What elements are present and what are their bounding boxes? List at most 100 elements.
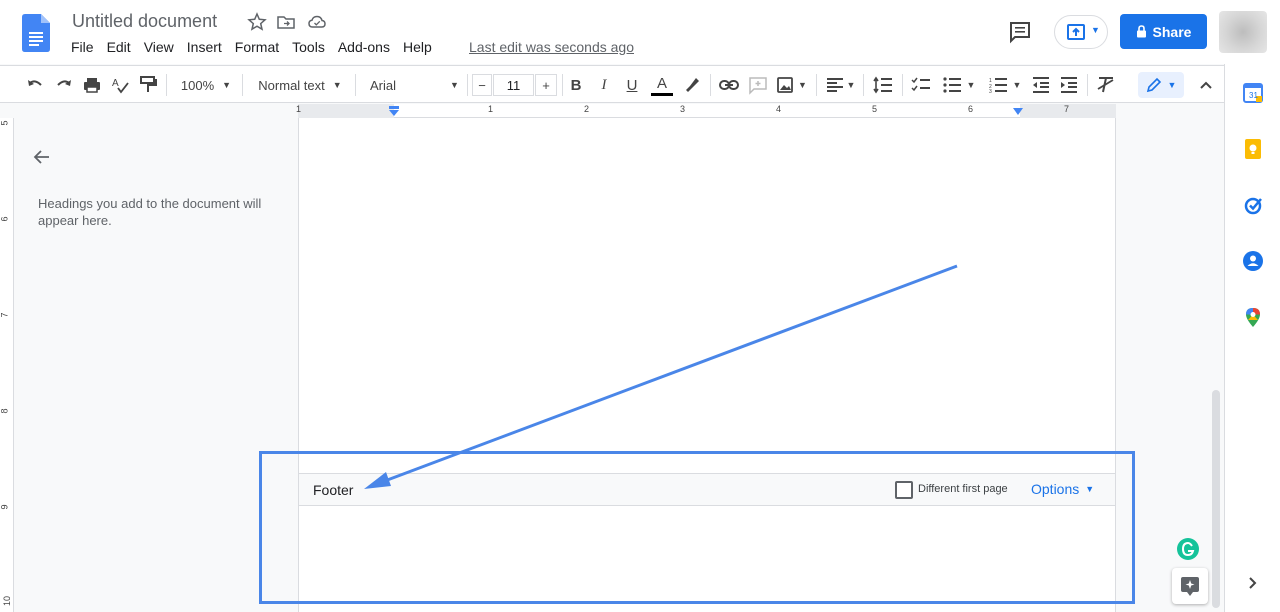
- chevron-down-icon: ▼: [332, 80, 342, 90]
- svg-text:31: 31: [1249, 91, 1258, 100]
- present-button[interactable]: ▼: [1054, 15, 1108, 49]
- text-color-button[interactable]: A: [651, 74, 673, 96]
- underline-button[interactable]: U: [623, 74, 641, 96]
- ruler-number: 7: [0, 312, 10, 318]
- grammarly-icon[interactable]: [1177, 538, 1199, 560]
- pencil-icon: [1146, 77, 1161, 93]
- horizontal-ruler[interactable]: 1 1 2 3 4 5 6 7: [296, 104, 1116, 118]
- keep-icon[interactable]: [1242, 138, 1264, 160]
- align-select[interactable]: ▼: [825, 74, 857, 96]
- move-folder-icon[interactable]: [276, 12, 296, 32]
- font-size-input[interactable]: 11: [493, 74, 534, 96]
- account-avatar[interactable]: [1219, 11, 1267, 53]
- font-size-decrease-button[interactable]: −: [472, 74, 492, 96]
- bold-button[interactable]: B: [567, 74, 585, 96]
- toolbar-divider: [562, 74, 563, 96]
- toolbar: A 100% ▼ Normal text ▼ Arial ▼ − 11 + B I U…: [0, 65, 1224, 103]
- share-button[interactable]: Share: [1120, 14, 1207, 49]
- chevron-down-icon: ▼: [966, 80, 976, 90]
- minus-icon: −: [478, 77, 486, 93]
- cloud-saved-icon[interactable]: [307, 12, 327, 32]
- decrease-indent-icon[interactable]: [1030, 74, 1052, 96]
- chevron-right-icon[interactable]: [1243, 574, 1261, 592]
- ruler-number: 7: [1064, 104, 1070, 114]
- ruler-number: 1: [296, 104, 302, 114]
- annotation-highlight-box: [259, 451, 1135, 604]
- menu-format[interactable]: Format: [235, 39, 279, 55]
- ruler-number: 10: [2, 595, 13, 607]
- menu-add-ons[interactable]: Add-ons: [338, 39, 390, 55]
- explore-button[interactable]: [1172, 568, 1208, 604]
- ruler-number: 6: [968, 104, 974, 114]
- contacts-icon[interactable]: [1242, 250, 1264, 272]
- right-indent-marker-icon[interactable]: [1012, 107, 1024, 117]
- bulleted-list-select[interactable]: ▼: [940, 74, 978, 96]
- style-select[interactable]: Normal text ▼: [252, 74, 348, 96]
- title-bar: Untitled document File Edit View Insert …: [0, 0, 1280, 64]
- maps-icon[interactable]: [1242, 306, 1264, 328]
- toolbar-divider: [242, 74, 243, 96]
- menu-insert[interactable]: Insert: [187, 39, 222, 55]
- ruler-number: 5: [872, 104, 878, 114]
- share-label: Share: [1152, 23, 1192, 40]
- add-comment-icon[interactable]: [747, 74, 769, 96]
- menu-view[interactable]: View: [144, 39, 174, 55]
- zoom-value: 100%: [180, 77, 215, 93]
- redo-icon[interactable]: [53, 74, 75, 96]
- docs-logo-icon[interactable]: [22, 14, 50, 52]
- spellcheck-icon[interactable]: A: [109, 74, 131, 96]
- vertical-scrollbar[interactable]: [1212, 390, 1220, 608]
- insert-link-icon[interactable]: [718, 74, 740, 96]
- style-value: Normal text: [258, 77, 325, 93]
- bulleted-list-icon: [942, 77, 961, 93]
- font-size-increase-button[interactable]: +: [535, 74, 557, 96]
- chevron-down-icon: ▼: [222, 80, 232, 90]
- ruler-number: 1: [488, 104, 494, 114]
- clear-formatting-icon[interactable]: [1095, 74, 1117, 96]
- increase-indent-icon[interactable]: [1058, 74, 1080, 96]
- calendar-icon[interactable]: 31: [1242, 82, 1264, 104]
- present-icon: [1067, 24, 1085, 40]
- ruler-number: 4: [776, 104, 782, 114]
- italic-button[interactable]: I: [595, 74, 613, 96]
- ruler-number: 3: [680, 104, 686, 114]
- undo-icon[interactable]: [24, 74, 46, 96]
- zoom-select[interactable]: 100% ▼: [178, 74, 234, 96]
- grammarly-g-icon: [1181, 541, 1195, 557]
- left-indent-marker-icon[interactable]: [388, 106, 400, 118]
- menu-file[interactable]: File: [71, 39, 94, 55]
- insert-image-button[interactable]: ▼: [775, 74, 809, 96]
- tasks-icon[interactable]: [1242, 194, 1264, 216]
- font-select[interactable]: Arial ▼: [366, 74, 462, 96]
- paint-format-icon[interactable]: [137, 74, 159, 96]
- document-title[interactable]: Untitled document: [72, 11, 217, 32]
- comment-history-icon[interactable]: [1006, 18, 1034, 46]
- image-icon: [777, 77, 793, 93]
- last-edit-link[interactable]: Last edit was seconds ago: [469, 39, 634, 55]
- back-arrow-icon[interactable]: [32, 147, 52, 167]
- line-spacing-icon[interactable]: [872, 74, 894, 96]
- highlight-color-icon[interactable]: [680, 74, 702, 96]
- ruler-number: 2: [584, 104, 590, 114]
- numbered-list-select[interactable]: 123 ▼: [986, 74, 1024, 96]
- ruler-number: 8: [0, 408, 10, 414]
- menu-edit[interactable]: Edit: [107, 39, 131, 55]
- menu-help[interactable]: Help: [403, 39, 432, 55]
- outline-placeholder: Headings you add to the document will ap…: [38, 196, 262, 228]
- vertical-ruler[interactable]: 5 6 7 8 9 10: [0, 118, 14, 612]
- chevron-down-icon: ▼: [450, 80, 459, 90]
- svg-text:A: A: [112, 78, 119, 89]
- menu-tools[interactable]: Tools: [292, 39, 325, 55]
- font-value: Arial: [370, 77, 397, 93]
- chevron-up-icon[interactable]: [1195, 74, 1217, 96]
- toolbar-divider: [355, 74, 356, 96]
- chevron-down-icon: ▼: [1167, 80, 1177, 90]
- toolbar-divider: [902, 74, 903, 96]
- star-icon[interactable]: [247, 12, 267, 32]
- chevron-down-icon: ▼: [798, 80, 807, 90]
- print-icon[interactable]: [81, 74, 103, 96]
- checklist-icon[interactable]: [910, 74, 932, 96]
- editing-mode-select[interactable]: ▼: [1138, 72, 1184, 98]
- svg-text:3: 3: [989, 89, 992, 93]
- plus-icon: +: [542, 77, 550, 93]
